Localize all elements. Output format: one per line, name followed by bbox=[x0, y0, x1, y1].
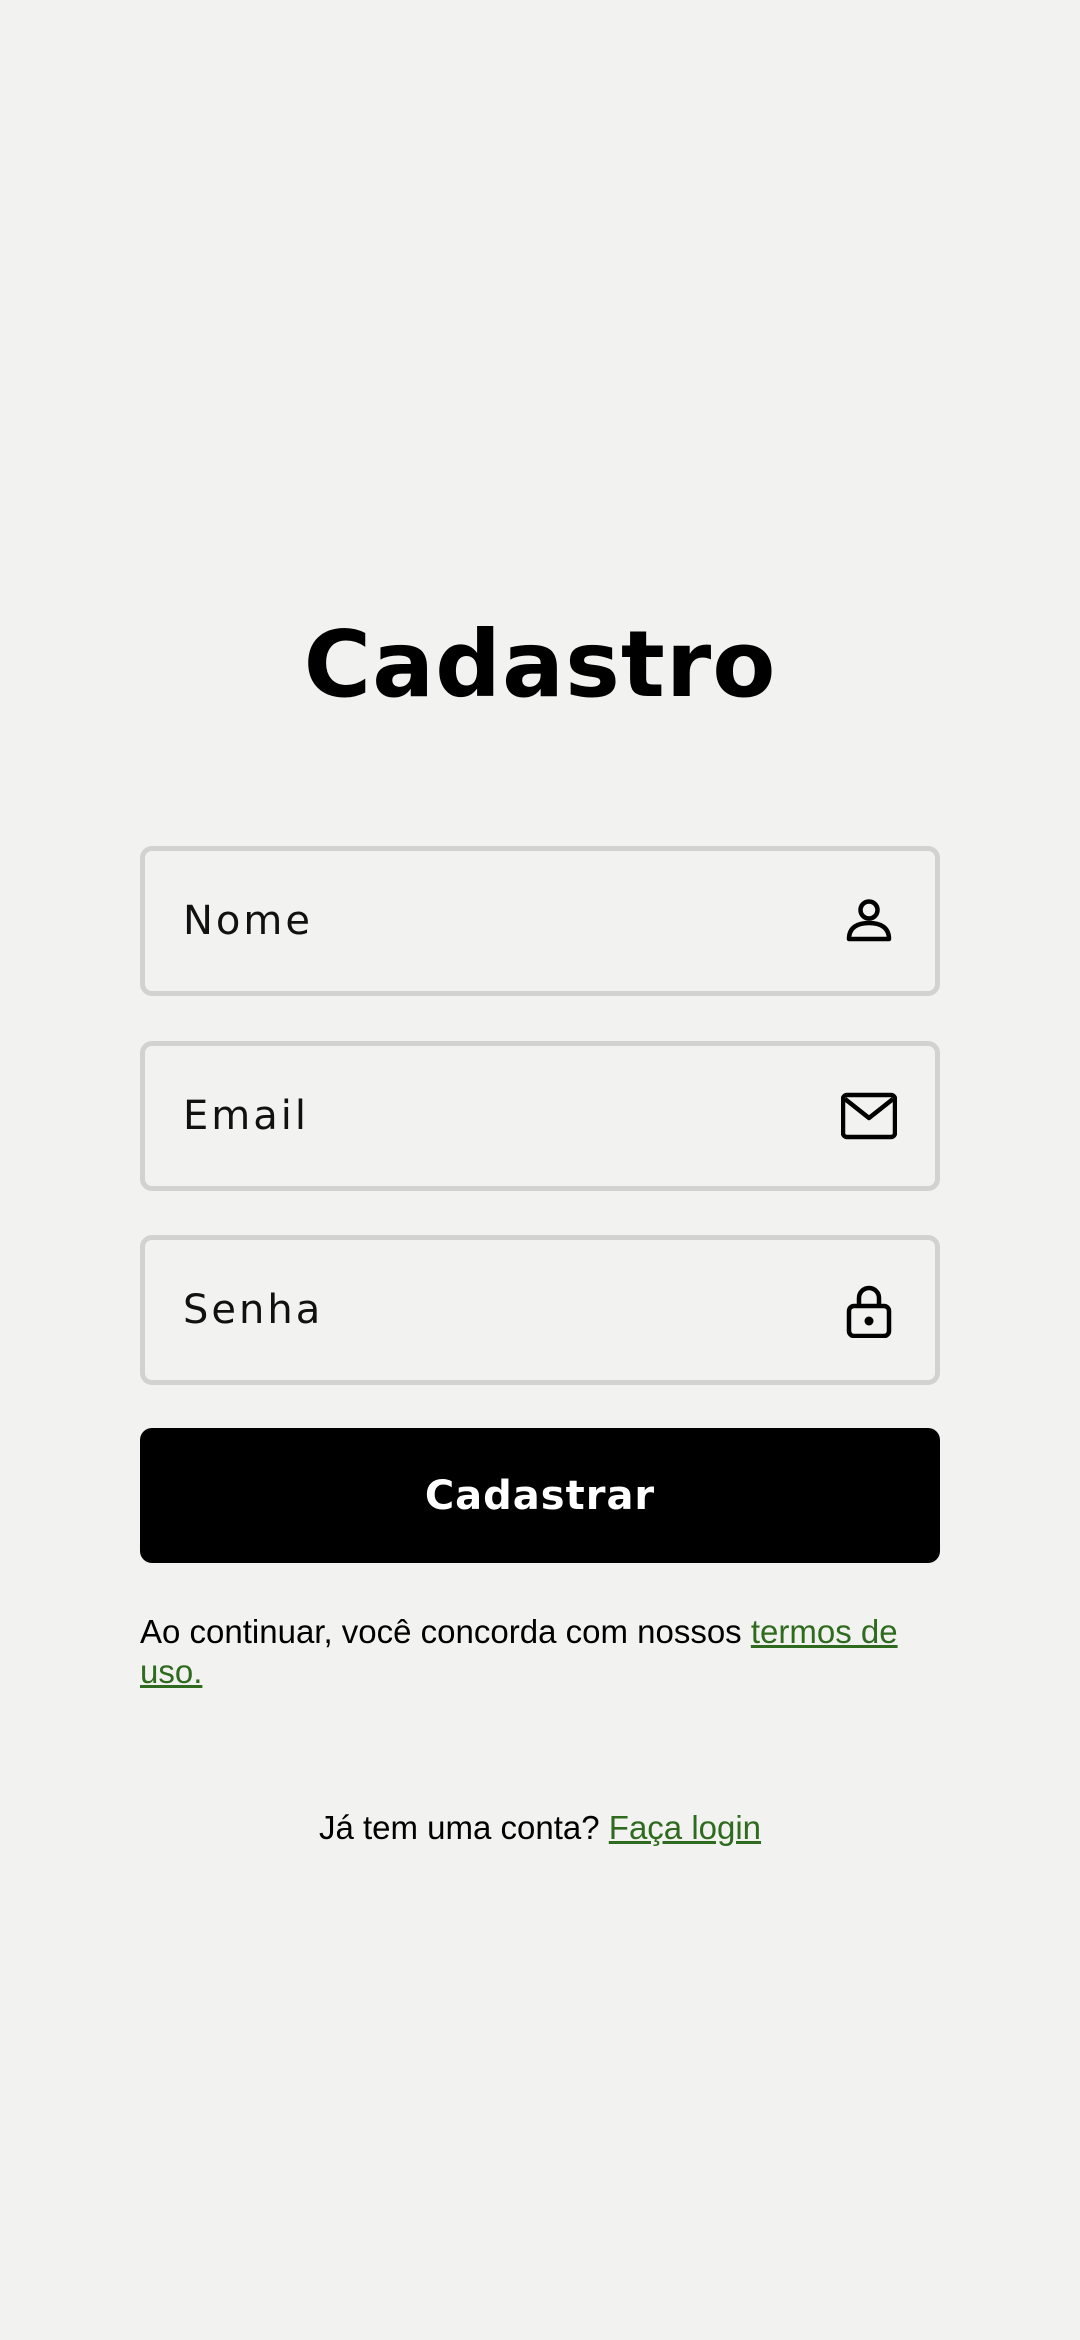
email-input[interactable] bbox=[145, 1046, 935, 1186]
password-field[interactable] bbox=[140, 1235, 940, 1385]
name-field[interactable] bbox=[140, 846, 940, 996]
lock-icon bbox=[846, 1285, 892, 1338]
page-title: Cadastro bbox=[303, 611, 777, 718]
mail-icon bbox=[841, 1092, 897, 1140]
user-icon bbox=[846, 899, 892, 942]
terms-text: Ao continuar, você concorda com nossos bbox=[140, 1613, 751, 1650]
terms-notice: Ao continuar, você concorda com nossos t… bbox=[140, 1612, 940, 1692]
login-prompt: Já tem uma conta? Faça login bbox=[0, 1808, 1080, 1848]
name-input[interactable] bbox=[145, 851, 935, 991]
email-field[interactable] bbox=[140, 1041, 940, 1191]
login-link[interactable]: Faça login bbox=[609, 1809, 761, 1846]
submit-button[interactable]: Cadastrar bbox=[140, 1428, 940, 1563]
password-input[interactable] bbox=[145, 1240, 935, 1380]
login-text: Já tem uma conta? bbox=[318, 1809, 609, 1846]
